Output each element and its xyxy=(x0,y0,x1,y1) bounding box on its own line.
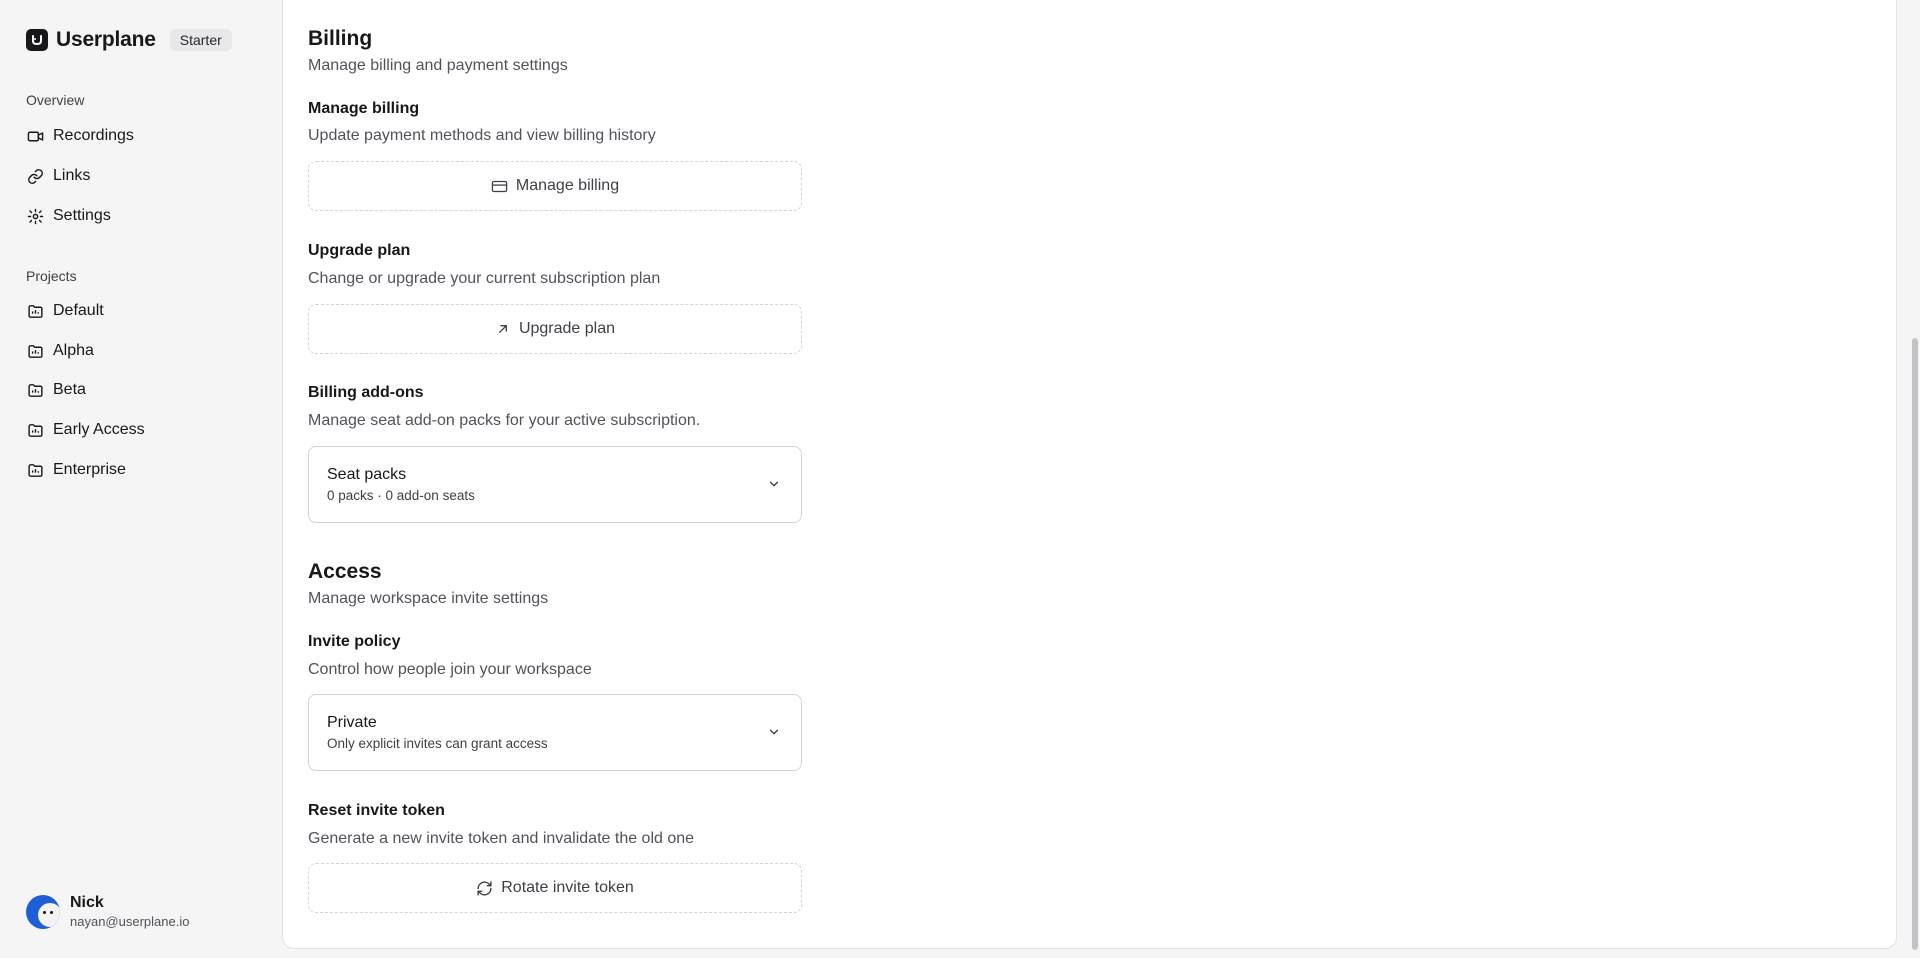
sidebar-item-alpha[interactable]: Alpha xyxy=(26,339,94,363)
invite-policy-value-description: Only explicit invites can grant access xyxy=(327,736,548,751)
sidebar-item-label: Default xyxy=(53,302,104,319)
folder-icon xyxy=(26,461,44,479)
video-icon xyxy=(26,127,44,145)
user-email: nayan@userplane.io xyxy=(70,914,190,929)
billing-addons-heading: Billing add-ons xyxy=(308,384,424,401)
sidebar-item-settings[interactable]: Settings xyxy=(26,204,111,228)
billing-section-title: Billing xyxy=(308,27,373,50)
sidebar-item-label: Settings xyxy=(53,207,111,224)
invite-policy-heading: Invite policy xyxy=(308,633,401,650)
arrow-up-right-icon xyxy=(495,321,511,337)
avatar xyxy=(26,894,60,929)
rotate-invite-token-button-label: Rotate invite token xyxy=(501,879,634,896)
credit-card-icon xyxy=(491,178,508,195)
sidebar-item-recordings[interactable]: Recordings xyxy=(26,124,134,148)
sidebar-item-label: Links xyxy=(53,167,91,184)
sidebar-item-label: Early Access xyxy=(53,421,145,438)
brand-name: Userplane xyxy=(56,28,156,51)
sidebar-item-label: Enterprise xyxy=(53,461,126,478)
seat-packs-summary: 0 packs · 0 add-on seats xyxy=(327,488,475,503)
invite-policy-value: Private xyxy=(327,714,377,731)
upgrade-plan-button[interactable]: Upgrade plan xyxy=(308,304,802,354)
user-card[interactable]: Nick nayan@userplane.io xyxy=(26,894,189,929)
manage-billing-description: Update payment methods and view billing … xyxy=(308,127,656,144)
sidebar-item-label: Beta xyxy=(53,381,86,398)
invite-policy-select[interactable]: Private Only explicit invites can grant … xyxy=(308,694,802,771)
scrollbar[interactable] xyxy=(1910,0,1920,958)
sidebar-item-label: Recordings xyxy=(53,127,134,144)
plan-badge: Starter xyxy=(169,29,232,51)
scrollbar-thumb[interactable] xyxy=(1912,338,1918,950)
access-section-title: Access xyxy=(308,560,382,583)
billing-section-subtitle: Manage billing and payment settings xyxy=(308,57,568,74)
folder-icon xyxy=(26,381,44,399)
upgrade-plan-description: Change or upgrade your current subscript… xyxy=(308,270,661,287)
seat-packs-select[interactable]: Seat packs 0 packs · 0 add-on seats xyxy=(308,446,802,523)
reset-token-description: Generate a new invite token and invalida… xyxy=(308,830,695,847)
gear-icon xyxy=(26,207,44,225)
reset-token-heading: Reset invite token xyxy=(308,802,445,819)
access-section-subtitle: Manage workspace invite settings xyxy=(308,590,549,607)
manage-billing-button[interactable]: Manage billing xyxy=(308,161,802,211)
folder-icon xyxy=(26,342,44,360)
userplane-logo-icon xyxy=(26,29,48,51)
folder-icon xyxy=(26,302,44,320)
sidebar: Userplane Starter Overview Recordings Li… xyxy=(0,0,282,958)
sidebar-item-default[interactable]: Default xyxy=(26,299,104,323)
sidebar-item-label: Alpha xyxy=(53,342,94,359)
sidebar-item-beta[interactable]: Beta xyxy=(26,378,86,402)
chevron-down-icon xyxy=(767,725,781,744)
projects-section-label: Projects xyxy=(26,268,77,284)
upgrade-plan-button-label: Upgrade plan xyxy=(518,320,616,337)
user-name: Nick xyxy=(70,894,104,911)
rotate-invite-token-button[interactable]: Rotate invite token xyxy=(308,863,802,913)
chevron-down-icon xyxy=(767,477,781,496)
folder-icon xyxy=(26,421,44,439)
upgrade-plan-heading: Upgrade plan xyxy=(308,242,411,259)
brand[interactable]: Userplane Starter xyxy=(26,28,232,52)
seat-packs-title: Seat packs xyxy=(327,466,407,483)
billing-addons-description: Manage seat add-on packs for your active… xyxy=(308,412,701,429)
sidebar-item-links[interactable]: Links xyxy=(26,164,90,188)
overview-section-label: Overview xyxy=(26,92,85,108)
refresh-icon xyxy=(476,880,493,897)
sidebar-item-early-access[interactable]: Early Access xyxy=(26,418,145,442)
manage-billing-button-label: Manage billing xyxy=(515,177,620,194)
link-icon xyxy=(26,167,44,185)
invite-policy-description: Control how people join your workspace xyxy=(308,661,592,678)
manage-billing-heading: Manage billing xyxy=(308,100,420,117)
sidebar-item-enterprise[interactable]: Enterprise xyxy=(26,458,126,482)
